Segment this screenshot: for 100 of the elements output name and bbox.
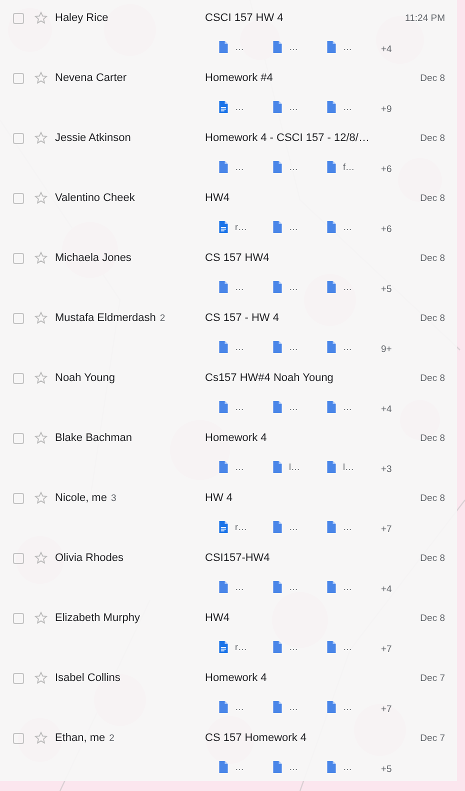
- email-subject: HW4: [205, 612, 230, 624]
- attachment-chip[interactable]: …: [327, 341, 352, 353]
- star-icon[interactable]: [34, 371, 48, 385]
- more-attachments[interactable]: +6: [381, 224, 392, 234]
- attachment-chip[interactable]: l…: [327, 461, 354, 473]
- attachment-chip[interactable]: …: [273, 221, 298, 233]
- attachment-chip[interactable]: …: [273, 641, 298, 653]
- more-attachments[interactable]: +5: [381, 284, 392, 294]
- attachment-chip[interactable]: …: [219, 281, 244, 293]
- star-icon[interactable]: [34, 671, 48, 685]
- attachment-chip[interactable]: …: [219, 761, 244, 773]
- email-subject: CSCI 157 HW 4: [205, 12, 284, 24]
- sender-name: Mustafa Eldmerdash: [55, 312, 156, 324]
- attachment-chip[interactable]: r…: [219, 521, 247, 533]
- file-icon: [327, 761, 336, 773]
- attachment-chip[interactable]: …: [327, 701, 352, 713]
- attachment-chip[interactable]: …: [273, 341, 298, 353]
- attachment-chip[interactable]: …: [273, 701, 298, 713]
- email-subject: Homework 4 - CSCI 157 - 12/8/…: [205, 132, 370, 144]
- file-icon: [219, 761, 228, 773]
- star-icon[interactable]: [34, 71, 48, 85]
- email-date: Dec 8: [420, 252, 445, 264]
- attachment-chip[interactable]: …: [219, 41, 244, 53]
- checkbox[interactable]: [13, 312, 24, 324]
- file-icon: [327, 581, 336, 593]
- checkbox[interactable]: [13, 432, 24, 444]
- star-icon[interactable]: [34, 131, 48, 145]
- checkbox[interactable]: [13, 492, 24, 504]
- more-attachments[interactable]: +4: [381, 44, 392, 54]
- attachment-chip[interactable]: r…: [219, 221, 247, 233]
- attachment-chip[interactable]: …: [273, 281, 298, 293]
- sender-name: Olivia Rhodes: [55, 552, 124, 564]
- attachment-chip[interactable]: …: [327, 641, 352, 653]
- attachment-chip[interactable]: …: [327, 761, 352, 773]
- star-icon[interactable]: [34, 431, 48, 445]
- file-icon: [327, 521, 336, 533]
- more-attachments[interactable]: +7: [381, 704, 392, 714]
- attachment-chip[interactable]: …: [219, 161, 244, 173]
- attachment-chip[interactable]: …: [327, 281, 352, 293]
- attachment-chip[interactable]: r…: [219, 641, 247, 653]
- checkbox[interactable]: [13, 192, 24, 204]
- star-icon[interactable]: [34, 251, 48, 265]
- attachment-chip[interactable]: …: [327, 221, 352, 233]
- sender-name: Blake Bachman: [55, 432, 132, 444]
- checkbox[interactable]: [13, 612, 24, 624]
- star-icon[interactable]: [34, 11, 48, 25]
- star-icon[interactable]: [34, 491, 48, 505]
- checkbox[interactable]: [13, 732, 24, 744]
- checkbox[interactable]: [13, 252, 24, 264]
- attachment-chip[interactable]: …: [273, 521, 298, 533]
- file-icon: [219, 401, 228, 413]
- attachment-chip[interactable]: …: [273, 401, 298, 413]
- attachment-chip[interactable]: …: [219, 701, 244, 713]
- file-icon: [273, 761, 282, 773]
- more-attachments[interactable]: +4: [381, 584, 392, 594]
- thread-count: 2: [109, 733, 114, 744]
- attachment-chip[interactable]: …: [273, 161, 298, 173]
- sender-name: Nicole, me: [55, 492, 107, 504]
- attachment-chip[interactable]: …: [219, 401, 244, 413]
- attachment-chip[interactable]: …: [327, 581, 352, 593]
- checkbox[interactable]: [13, 72, 24, 84]
- checkbox[interactable]: [13, 12, 24, 24]
- attachment-chip[interactable]: …: [219, 461, 244, 473]
- attachment-chip[interactable]: f…: [327, 161, 355, 173]
- attachment-chip[interactable]: …: [327, 521, 352, 533]
- checkbox[interactable]: [13, 132, 24, 144]
- more-attachments[interactable]: +5: [381, 764, 392, 774]
- attachment-chip[interactable]: …: [273, 581, 298, 593]
- star-icon[interactable]: [34, 311, 48, 325]
- more-attachments[interactable]: +7: [381, 644, 392, 654]
- attachment-chip[interactable]: …: [219, 341, 244, 353]
- attachment-chip[interactable]: …: [219, 581, 244, 593]
- email-subject: CS 157 - HW 4: [205, 312, 280, 324]
- file-icon: [327, 701, 336, 713]
- more-attachments[interactable]: +4: [381, 404, 392, 414]
- checkbox[interactable]: [13, 552, 24, 564]
- star-icon[interactable]: [34, 191, 48, 205]
- attachment-chip[interactable]: l…: [273, 461, 300, 473]
- checkbox[interactable]: [13, 672, 24, 684]
- more-attachments[interactable]: +6: [381, 164, 392, 174]
- file-icon: [273, 401, 282, 413]
- sender-name: Valentino Cheek: [55, 192, 135, 204]
- more-attachments[interactable]: +7: [381, 524, 392, 534]
- star-icon[interactable]: [34, 731, 48, 745]
- attachment-chip[interactable]: …: [327, 101, 352, 113]
- attachment-chip[interactable]: …: [273, 101, 298, 113]
- sender-name: Noah Young: [55, 372, 115, 384]
- more-attachments[interactable]: +3: [381, 464, 392, 474]
- checkbox[interactable]: [13, 372, 24, 384]
- attachment-chip[interactable]: …: [219, 101, 244, 113]
- file-icon: [219, 341, 228, 353]
- attachment-chip[interactable]: …: [327, 41, 352, 53]
- file-icon: [327, 221, 336, 233]
- star-icon[interactable]: [34, 551, 48, 565]
- attachment-chip[interactable]: …: [273, 761, 298, 773]
- more-attachments[interactable]: 9+: [381, 344, 392, 354]
- attachment-chip[interactable]: …: [327, 401, 352, 413]
- star-icon[interactable]: [34, 611, 48, 625]
- attachment-chip[interactable]: …: [273, 41, 298, 53]
- more-attachments[interactable]: +9: [381, 104, 392, 114]
